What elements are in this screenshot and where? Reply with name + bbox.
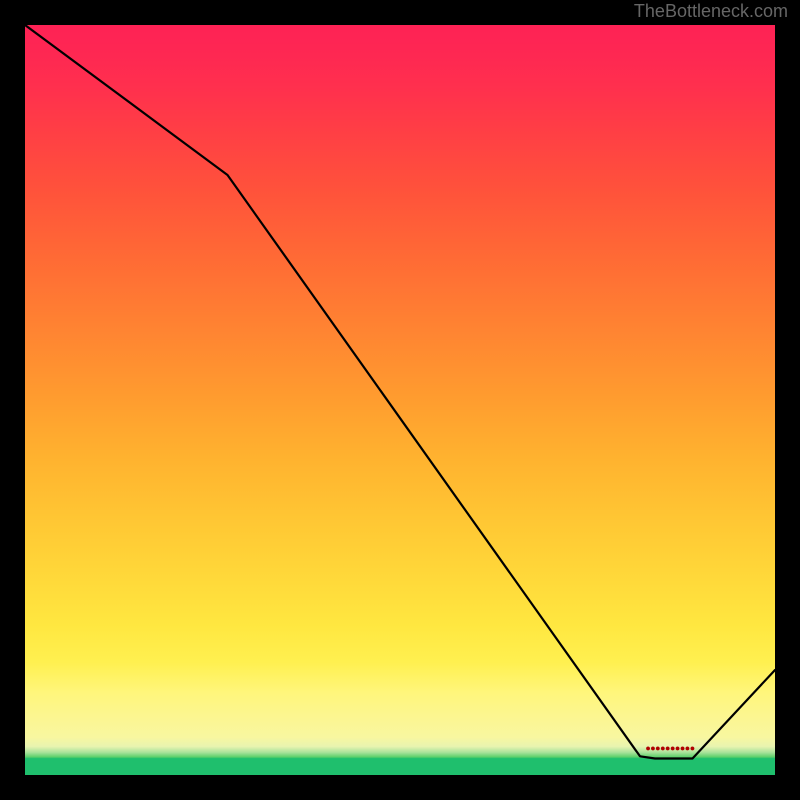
chart-frame: ●●●●●●●●●●	[25, 25, 775, 775]
attribution-label: TheBottleneck.com	[634, 1, 788, 22]
chart-svg	[25, 25, 775, 775]
series-line	[25, 25, 775, 759]
hotspot-label: ●●●●●●●●●●	[645, 743, 694, 753]
